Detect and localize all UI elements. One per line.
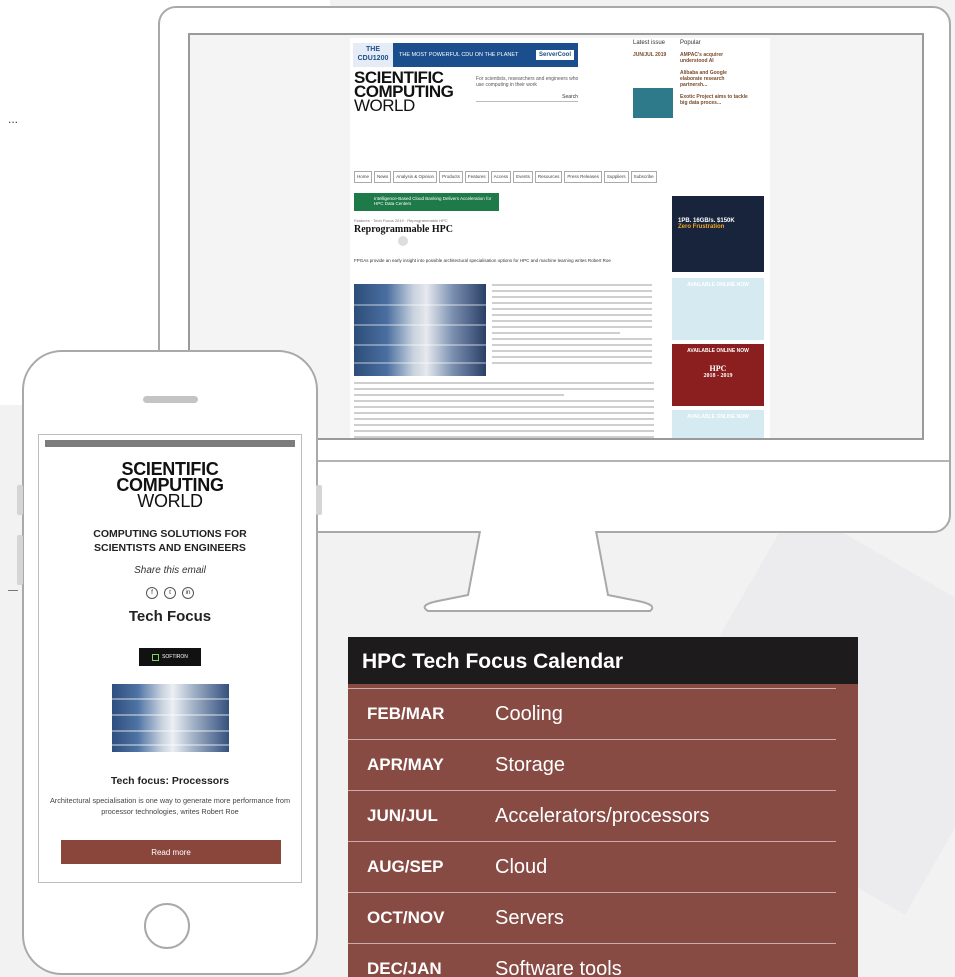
banner-ad[interactable]: THE CDU1200 THE MOST POWERFUL CDU ON THE… (353, 43, 578, 67)
site-nav: Home News Analysis & Opinion Products Fe… (354, 171, 662, 183)
breadcrumb[interactable]: Features · Tech Focus 2019 · Reprogramma… (354, 218, 448, 223)
sidebar-ad[interactable]: AVAILABLE ONLINE NOW (672, 278, 764, 340)
home-button[interactable] (144, 903, 190, 949)
email-logo: SCIENTIFIC COMPUTING WORLD (39, 461, 301, 509)
green-banner-ad[interactable]: Intelligence-Based Cloud Banking Deliver… (354, 193, 499, 211)
site-tagline: For scientists, researchers and engineer… (476, 76, 586, 88)
mobile-phone: SCIENTIFIC COMPUTING WORLD COMPUTING SOL… (22, 350, 318, 975)
sidebar-ad-line: Zero Frustration (678, 224, 764, 230)
email-heading: COMPUTING SOLUTIONS FOR SCIENTISTS AND E… (39, 527, 301, 555)
nav-item[interactable]: News (374, 171, 391, 183)
heading-line: COMPUTING SOLUTIONS FOR (39, 527, 301, 541)
calendar-row: AUG/SEP Cloud (348, 841, 836, 892)
nav-item[interactable]: Press Releases (564, 171, 602, 183)
site-logo[interactable]: SCIENTIFIC COMPUTING WORLD (354, 71, 453, 113)
sidebar-ad[interactable]: AVAILABLE ONLINE NOW HPC 2018 - 2019 (672, 344, 764, 406)
article-body (354, 382, 654, 440)
share-icon[interactable] (398, 236, 408, 246)
search-field[interactable]: Search (476, 94, 578, 102)
heading-line: SCIENTISTS AND ENGINEERS (39, 541, 301, 555)
article-title: Reprogrammable HPC (354, 224, 453, 235)
ad-brand: ServerCool (536, 50, 574, 60)
nav-item[interactable]: Analysis & Opinion (393, 171, 437, 183)
calendar-month: AUG/SEP (367, 857, 495, 877)
phone-screen: SCIENTIFIC COMPUTING WORLD COMPUTING SOL… (38, 434, 302, 883)
calendar-row: DEC/JAN Software tools (348, 943, 836, 977)
monitor-stand (418, 531, 658, 613)
popular-item[interactable]: Exotic Project aims to tackle big data p… (680, 94, 750, 106)
article-image[interactable] (112, 684, 229, 752)
article-title[interactable]: Tech focus: Processors (39, 775, 301, 787)
email-header-bar (45, 440, 295, 447)
twitter-icon[interactable]: t (164, 587, 176, 599)
website-page: THE CDU1200 THE MOST POWERFUL CDU ON THE… (350, 38, 770, 438)
popular-item[interactable]: AMPAC's acquirer understood AI (680, 52, 750, 64)
phone-side-button (17, 535, 23, 585)
read-more-button[interactable]: Read more (61, 840, 281, 864)
divider (8, 590, 18, 591)
logo-line: WORLD (39, 493, 301, 509)
popular-label: Popular (680, 40, 750, 46)
article-body (492, 284, 652, 368)
calendar-topic: Software tools (495, 958, 622, 977)
nav-item[interactable]: Subscribe (631, 171, 657, 183)
calendar-title: HPC Tech Focus Calendar (348, 637, 858, 684)
linkedin-icon[interactable]: in (182, 587, 194, 599)
sidebar-ad[interactable]: 1PB. 16GB/s. $150K Zero Frustration (672, 196, 764, 272)
latest-issue[interactable]: Latest issue JUN/JUL 2019 (633, 40, 675, 118)
calendar-row: APR/MAY Storage (348, 739, 836, 790)
truncated-text: ... (8, 112, 18, 126)
calendar-topic: Servers (495, 907, 564, 930)
popular-list: Popular AMPAC's acquirer understood AI A… (680, 40, 750, 106)
phone-side-button (17, 485, 23, 515)
sponsor-name: SOFTIRON (162, 654, 188, 660)
phone-side-button (316, 485, 322, 515)
share-text: Share this email (39, 565, 301, 576)
calendar-row: FEB/MAR Cooling (348, 689, 836, 739)
social-links: f t in (39, 587, 301, 599)
sponsor-mark-icon (152, 654, 159, 661)
nav-item[interactable]: Events (513, 171, 533, 183)
latest-issue-label: Latest issue (633, 40, 675, 46)
nav-item[interactable]: Suppliers (604, 171, 629, 183)
facebook-icon[interactable]: f (146, 587, 158, 599)
nav-item[interactable]: Home (354, 171, 372, 183)
latest-issue-date: JUN/JUL 2019 (633, 52, 675, 58)
calendar-topic: Storage (495, 754, 565, 777)
calendar-topic: Accelerators/processors (495, 805, 710, 828)
calendar-month: DEC/JAN (367, 959, 495, 977)
calendar-month: FEB/MAR (367, 704, 495, 724)
sponsor-logo[interactable]: SOFTIRON (139, 648, 201, 666)
nav-item[interactable]: Access (491, 171, 512, 183)
popular-item[interactable]: Alibaba and Google elaborate research pa… (680, 70, 750, 88)
calendar-month: APR/MAY (367, 755, 495, 775)
calendar-month: JUN/JUL (367, 806, 495, 826)
sidebar-ad[interactable]: AVAILABLE ONLINE NOW (672, 410, 764, 440)
phone-speaker (143, 396, 198, 403)
ad-product: THE CDU1200 (353, 43, 393, 67)
nav-item[interactable]: Features (465, 171, 489, 183)
sidebar-ad-line: AVAILABLE ONLINE NOW (676, 348, 760, 354)
article-intro: FPGAs provide an early insight into poss… (354, 258, 654, 264)
sidebar-ad-line: 2018 - 2019 (676, 373, 760, 379)
section-title: Tech Focus (39, 608, 301, 625)
nav-item[interactable]: Resources (535, 171, 563, 183)
ad-tagline: THE MOST POWERFUL CDU ON THE PLANET (393, 52, 536, 58)
logo-line: WORLD (354, 99, 453, 113)
article-summary: Architectural specialisation is one way … (43, 795, 297, 817)
calendar-row: JUN/JUL Accelerators/processors (348, 790, 836, 841)
calendar-month: OCT/NOV (367, 908, 495, 928)
tech-focus-calendar: HPC Tech Focus Calendar FEB/MAR Cooling … (348, 637, 858, 977)
calendar-topic: Cloud (495, 856, 547, 879)
calendar-topic: Cooling (495, 703, 563, 726)
sidebar-ad-line: HPC (676, 364, 760, 373)
article-image (354, 284, 486, 376)
calendar-row: OCT/NOV Servers (348, 892, 836, 943)
magazine-cover[interactable] (633, 88, 673, 118)
nav-item[interactable]: Products (439, 171, 463, 183)
